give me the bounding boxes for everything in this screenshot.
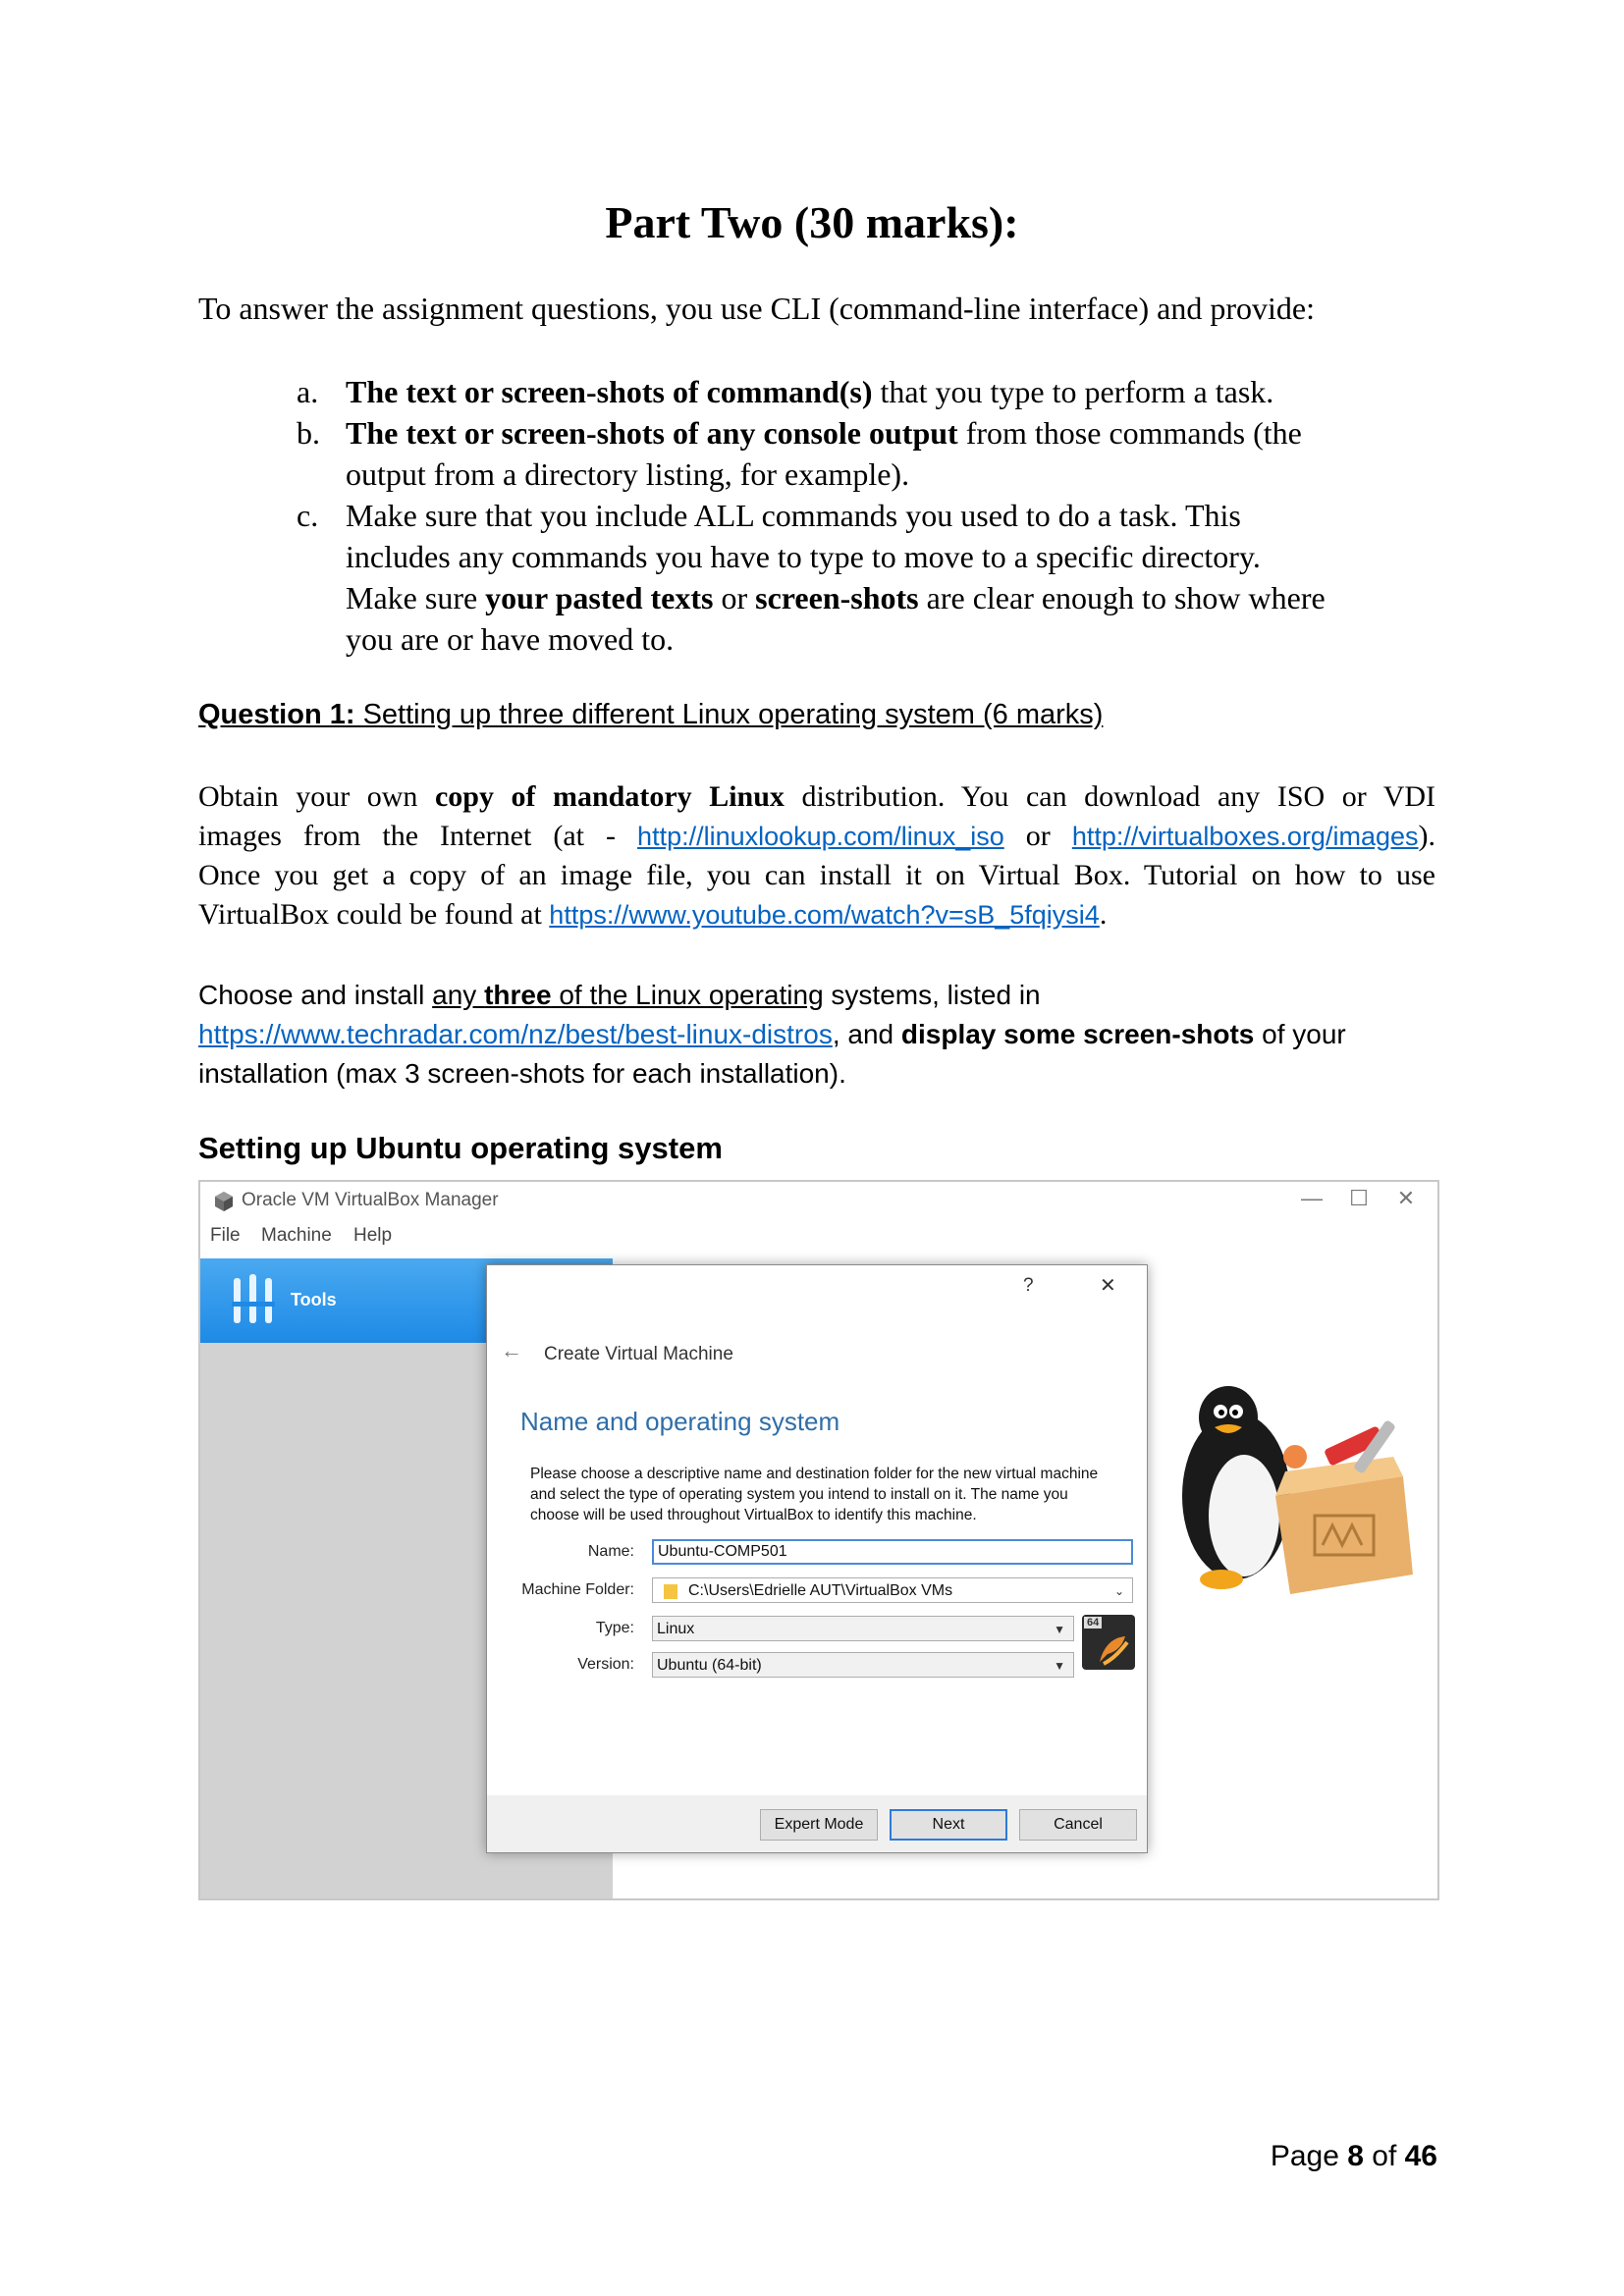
list-item-text: from those commands (the [957,415,1302,451]
menu-machine[interactable]: Machine [261,1225,332,1247]
list-item-text: output from a directory listing, for exa… [346,456,910,492]
paragraph-line: images from the Internet (at - http://li… [198,817,1435,856]
name-label: Name: [587,1543,634,1560]
list-item-b: b. The text or screen-shots of any conso… [297,412,1445,495]
list-item-text: includes any commands you have to type t… [346,539,1261,574]
bold-text: display some screen-shots [900,1019,1255,1049]
chevron-down-icon: ⌄ [1113,1584,1124,1598]
text: Choose and install [198,980,433,1010]
question-1-label: Question 1: [198,699,355,730]
question-1-title: Setting up three different Linux operati… [354,699,1104,730]
expert-mode-button[interactable]: Expert Mode [760,1809,878,1841]
paragraph-line: Once you get a copy of an image file, yo… [198,859,1435,891]
bold-text: three [484,980,552,1010]
underlined-text: any three of the Linux operating [432,980,824,1010]
list-marker: b. [297,415,320,451]
list-marker: c. [297,498,319,533]
os-bitness-badge: 64 [1084,1617,1103,1629]
text: , and [832,1019,901,1049]
name-input[interactable]: Ubuntu-COMP501 [652,1539,1133,1565]
dropdown-arrow-icon: ▼ [1054,1623,1065,1636]
text: any [432,980,485,1010]
cancel-button[interactable]: Cancel [1019,1809,1137,1841]
list-item-text: are clear enough to show where [918,580,1326,615]
text: of the Linux operating [551,980,824,1010]
create-vm-dialog: ? ✕ ← Create Virtual Machine Name and op… [486,1264,1148,1853]
text: ). [1418,820,1436,852]
paragraph-line: VirtualBox could be found at https://www… [198,895,1435,934]
version-select[interactable]: Ubuntu (64-bit) ▼ [652,1652,1074,1678]
text: images from the Internet (at - [198,820,638,852]
text: installation (max 3 screen-shots for eac… [198,1058,846,1089]
list-item-text: you are or have moved to. [346,621,675,657]
text: Page [1270,2140,1348,2172]
version-value: Ubuntu (64-bit) [657,1657,762,1674]
menu-file[interactable]: File [210,1225,241,1247]
virtualboxes-link[interactable]: http://virtualboxes.org/images [1072,822,1419,851]
list-item-a: a. The text or screen-shots of command(s… [297,371,1445,412]
maximize-button[interactable]: ☐ [1339,1186,1379,1215]
minimize-button[interactable]: — [1292,1186,1331,1215]
section-heading: Name and operating system [520,1407,840,1436]
linuxlookup-link[interactable]: http://linuxlookup.com/linux_iso [637,822,1004,851]
page-title: Part Two (30 marks): [605,197,1019,247]
dropdown-arrow-icon: ▼ [1054,1659,1065,1673]
tools-label: Tools [291,1290,337,1309]
dialog-close-button[interactable]: ✕ [1100,1273,1116,1298]
type-value: Linux [657,1621,695,1637]
text: Obtain your own [198,780,435,813]
text: or [1003,820,1072,852]
ubuntu-section-heading: Setting up Ubuntu operating system [198,1131,723,1165]
question-1-heading: Question 1: Setting up three different L… [198,699,1103,731]
machine-folder-label: Machine Folder: [521,1581,634,1598]
menu-bar: File Machine Help [200,1221,1437,1253]
type-select[interactable]: Linux ▼ [652,1616,1074,1641]
list-item-text: Make sure [346,580,486,615]
list-marker: a. [297,374,319,409]
list-item-bold: The text or screen-shots of command(s) [346,374,873,409]
machine-folder-value: C:\Users\Edrielle AUT\VirtualBox VMs [688,1582,953,1599]
ubuntu-os-icon: 64 [1082,1615,1135,1670]
install-instructions-paragraph: Choose and install any three of the Linu… [198,976,1435,1094]
page-footer: Page 8 of 46 [1271,2140,1437,2173]
tux-toolbox-illustration-icon [1167,1378,1423,1619]
dialog-description: Please choose a descriptive name and des… [530,1466,1099,1523]
list-item-text: or [713,580,756,615]
youtube-link[interactable]: https://www.youtube.com/watch?v=sB_5fqiy… [549,900,1100,930]
techradar-link[interactable]: https://www.techradar.com/nz/best/best-l… [198,1019,833,1049]
list-item-bold: The text or screen-shots of any console … [346,415,958,451]
tools-icon [230,1272,277,1332]
list-item-text: that you type to perform a task. [872,374,1274,409]
question-1-paragraph: Obtain your own copy of mandatory Linux … [198,777,1435,934]
text: VirtualBox could be found at [198,898,550,931]
back-arrow-icon[interactable]: ← [501,1338,522,1363]
paragraph-line: Obtain your own copy of mandatory Linux … [198,777,1435,817]
list-item-c: c. Make sure that you include ALL comman… [297,495,1445,660]
list-item-bold: your pasted texts [485,580,714,615]
text: of [1363,2140,1405,2172]
text: distribution. You can download any ISO o… [784,780,1436,813]
machine-folder-select[interactable]: C:\Users\Edrielle AUT\VirtualBox VMs ⌄ [652,1577,1133,1603]
close-button[interactable]: ✕ [1386,1186,1426,1215]
window-titlebar: Oracle VM VirtualBox Manager — ☐ ✕ [200,1182,1437,1221]
menu-help[interactable]: Help [353,1225,392,1247]
list-item-text: Make sure that you include ALL commands … [346,498,1241,533]
text: of your [1254,1019,1346,1049]
page-number: 8 [1347,2140,1364,2172]
text: . [1099,898,1108,931]
page-total: 46 [1404,2140,1437,2172]
window-title: Oracle VM VirtualBox Manager [242,1190,499,1210]
bold-text: copy of mandatory Linux [434,780,785,813]
folder-icon [663,1582,678,1609]
version-label: Version: [577,1656,634,1673]
intro-text: To answer the assignment questions, you … [198,291,1315,326]
text: systems, listed in [823,980,1041,1010]
type-label: Type: [595,1620,634,1636]
list-item-bold: screen-shots [755,580,919,615]
dialog-title: Create Virtual Machine [544,1344,733,1364]
virtualbox-logo-icon [212,1190,236,1218]
help-button[interactable]: ? [1023,1275,1034,1297]
next-button[interactable]: Next [890,1809,1007,1841]
